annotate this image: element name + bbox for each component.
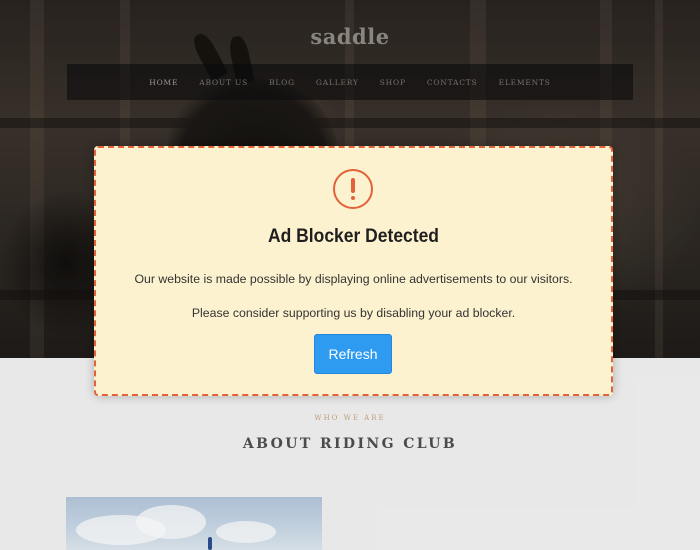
ad-blocker-modal: Ad Blocker Detected Our website is made …	[94, 146, 613, 396]
exclamation-dot	[350, 196, 355, 200]
modal-title: Ad Blocker Detected	[268, 226, 439, 247]
refresh-button[interactable]: Refresh	[314, 334, 392, 374]
exclamation-circle-icon	[333, 169, 373, 209]
modal-message: Our website is made possible by displayi…	[134, 272, 573, 320]
exclamation-bar	[350, 178, 355, 193]
